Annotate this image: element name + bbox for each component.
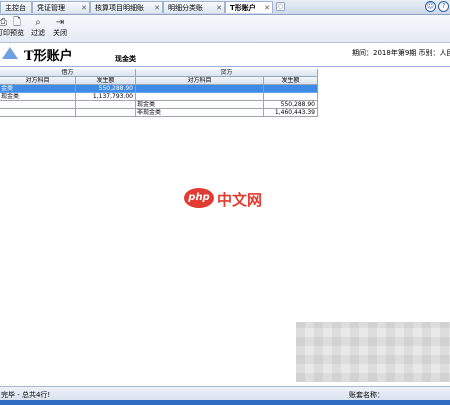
credit-account-cell: 非现金类 — [136, 109, 264, 117]
close-icon[interactable]: ✕ — [154, 2, 160, 13]
page-title: T形账户 — [24, 49, 73, 64]
debit-amount-header[interactable]: 发生额 — [76, 77, 136, 85]
toolbar: ⎙ 打印 🗋 预览 ⌕ 过滤 ⇥ 关闭 — [0, 15, 450, 43]
tab-item-detail-ledger[interactable]: 核算项目明细账 ✕ — [90, 1, 163, 13]
filter-button-label: 过滤 — [31, 29, 45, 37]
preview-button[interactable]: 🗋 预览 — [9, 16, 25, 41]
credit-amount-cell — [264, 93, 318, 101]
close-icon[interactable]: ✕ — [264, 2, 270, 13]
credit-amount-cell: 550,288.90 — [264, 101, 318, 109]
row-label — [0, 101, 76, 109]
filter-button[interactable]: ⌕ 过滤 — [30, 16, 46, 41]
debit-account-header[interactable]: 对方科目 — [0, 77, 76, 85]
report-header: T形账户 现金类 期间：2018年第9期 币别：人民 — [0, 43, 450, 67]
credit-group-header: 贷方 — [136, 69, 318, 77]
logo-icon — [2, 47, 18, 59]
status-text: 完毕 - 总共4行! — [1, 391, 51, 399]
preview-icon: 🗋 — [12, 17, 22, 28]
preview-button-label: 预览 — [10, 29, 24, 37]
debit-amount-cell — [76, 101, 136, 109]
close-button-label: 关闭 — [53, 29, 67, 37]
row-label: 金类 — [0, 85, 76, 93]
page-subtitle: 现金类 — [115, 55, 136, 63]
tab-detail-ledger[interactable]: 明细分类账 ✕ — [163, 1, 225, 13]
credit-amount-cell: 1,460,443.39 — [264, 109, 318, 117]
credit-amount-header[interactable]: 发生额 — [264, 77, 318, 85]
close-button[interactable]: ⇥ 关闭 — [52, 16, 68, 41]
credit-account-cell — [136, 85, 264, 93]
table-column-header-row: 对方科目 发生额 对方科目 发生额 — [0, 77, 318, 85]
filter-icon: ⌕ — [35, 17, 41, 28]
tab-label: 核算项目明细账 — [95, 4, 144, 12]
status-bar: 完毕 - 总共4行! 账套名称： — [0, 386, 450, 401]
debit-amount-cell: 550,288.90 — [76, 85, 136, 93]
debit-amount-cell: 1,137,793.00 — [76, 93, 136, 101]
credit-account-header[interactable]: 对方科目 — [136, 77, 264, 85]
close-icon[interactable]: ✕ — [81, 2, 87, 13]
smiley-icon[interactable]: ☺ — [425, 1, 436, 12]
new-tab-icon[interactable]: ○ — [276, 2, 285, 11]
table-row[interactable]: 非现金类 1,460,443.39 — [0, 109, 318, 117]
header-divider — [0, 66, 450, 67]
close-icon: ⇥ — [55, 17, 65, 28]
help-icon[interactable]: ? — [438, 1, 449, 12]
tab-voucher-management[interactable]: 凭证管理 ✕ — [32, 1, 90, 13]
row-label — [0, 109, 76, 117]
tab-bar: 主控台 凭证管理 ✕ 核算项目明细账 ✕ 明细分类账 ✕ T形账户 ✕ ○ ☺ … — [0, 0, 450, 15]
debit-amount-cell — [76, 109, 136, 117]
table-row[interactable]: 现金类 1,137,793.00 — [0, 93, 318, 101]
tab-label: 凭证管理 — [37, 4, 65, 12]
credit-account-cell: 现金类 — [136, 101, 264, 109]
tab-label: T形账户 — [230, 4, 256, 12]
taskbar — [0, 400, 450, 405]
watermark-badge: php — [184, 188, 214, 208]
blurred-region — [296, 322, 450, 382]
tab-main-console[interactable]: 主控台 — [0, 1, 32, 13]
credit-amount-cell — [264, 85, 318, 93]
account-set-label: 账套名称： — [349, 391, 384, 399]
period-currency-info: 期间：2018年第9期 币别：人民 — [352, 49, 450, 57]
row-label: 现金类 — [0, 93, 76, 101]
table-group-header-row: 借方 贷方 — [0, 69, 318, 77]
table-row[interactable]: 金类 550,288.90 — [0, 85, 318, 93]
printer-icon: ⎙ — [0, 17, 7, 28]
tab-label: 主控台 — [5, 4, 26, 12]
debit-group-header: 借方 — [0, 69, 136, 77]
tab-label: 明细分类账 — [168, 4, 203, 12]
close-icon[interactable]: ✕ — [216, 2, 222, 13]
tab-t-account[interactable]: T形账户 ✕ — [225, 1, 273, 13]
table-row[interactable]: 现金类 550,288.90 — [0, 101, 318, 109]
credit-account-cell — [136, 93, 264, 101]
watermark-text: 中文网 — [217, 191, 263, 209]
